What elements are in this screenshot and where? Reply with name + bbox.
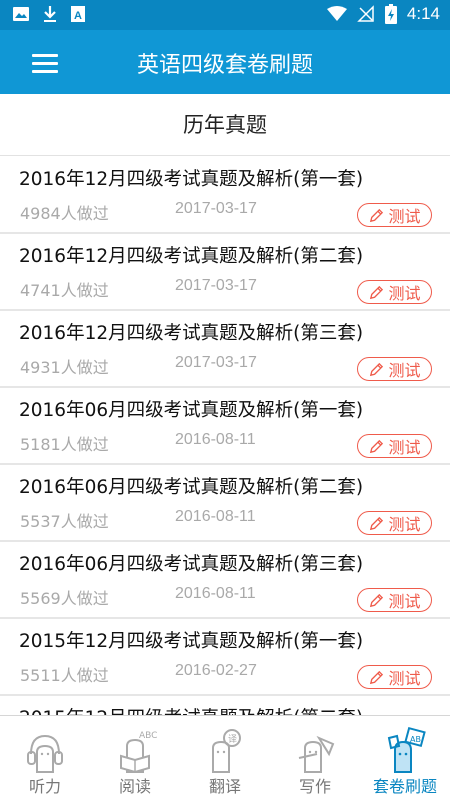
exam-item[interactable]: 2015年12月四级考试真题及解析(第一套) 5511人做过 2016-02-2… bbox=[0, 619, 450, 696]
svg-text:译: 译 bbox=[228, 734, 237, 745]
exam-item[interactable]: 2016年06月四级考试真题及解析(第二套) 5537人做过 2016-08-1… bbox=[0, 465, 450, 542]
exam-participant-count: 5181人做过 bbox=[20, 435, 109, 454]
tab-label: 套卷刷题 bbox=[372, 777, 437, 796]
test-button-label: 测试 bbox=[388, 592, 421, 611]
exam-date: 2016-08-11 bbox=[175, 431, 256, 448]
exam-list[interactable]: 2016年12月四级考试真题及解析(第一套) 4984人做过 2017-03-1… bbox=[0, 157, 450, 715]
test-button-label: 测试 bbox=[388, 515, 421, 534]
exam-date: 2017-03-17 bbox=[175, 200, 257, 217]
test-button-label: 测试 bbox=[388, 361, 421, 380]
status-bar: A 4:14 bbox=[0, 0, 450, 30]
exam-title: 2016年12月四级考试真题及解析(第一套) bbox=[19, 169, 364, 190]
test-button[interactable]: 测试 bbox=[357, 511, 432, 535]
exam-participant-count: 5537人做过 bbox=[20, 512, 109, 531]
exam-item[interactable]: 2015年12月四级考试真题及解析(第二套) bbox=[0, 696, 450, 715]
exam-item[interactable]: 2016年12月四级考试真题及解析(第二套) 4741人做过 2017-03-1… bbox=[0, 234, 450, 311]
exam-date: 2016-08-11 bbox=[175, 585, 256, 602]
headphones-icon bbox=[27, 734, 63, 773]
pencil-icon bbox=[298, 735, 335, 773]
exam-title: 2016年12月四级考试真题及解析(第三套) bbox=[19, 323, 364, 344]
edit-pencil-icon bbox=[370, 593, 384, 607]
edit-pencil-icon bbox=[370, 516, 384, 530]
tab-listening[interactable]: 听力 bbox=[0, 716, 90, 800]
tab-label: 写作 bbox=[298, 777, 331, 796]
tab-translation[interactable]: 译 翻译 bbox=[180, 716, 270, 800]
exam-participant-count: 5569人做过 bbox=[20, 589, 109, 608]
system-status: 4:14 bbox=[326, 4, 440, 24]
image-icon bbox=[13, 7, 29, 21]
section-title: 历年真题 bbox=[0, 94, 450, 156]
exam-title: 2016年06月四级考试真题及解析(第三套) bbox=[19, 554, 364, 575]
tab-label: 翻译 bbox=[208, 777, 241, 796]
exam-participant-count: 5511人做过 bbox=[20, 666, 109, 685]
bottom-nav: 听力 ABC 阅读 译 翻译 写作 AB 套卷刷题 bbox=[0, 715, 450, 800]
status-time: 4:14 bbox=[406, 4, 440, 23]
tab-reading[interactable]: ABC 阅读 bbox=[90, 716, 180, 800]
exam-title: 2015年12月四级考试真题及解析(第一套) bbox=[19, 631, 364, 652]
download-icon bbox=[44, 6, 56, 22]
exam-participant-count: 4984人做过 bbox=[20, 204, 109, 223]
svg-text:ABC: ABC bbox=[139, 731, 157, 741]
exam-title: 2015年12月四级考试真题及解析(第二套) bbox=[19, 704, 363, 715]
test-button[interactable]: 测试 bbox=[357, 203, 432, 227]
exam-item[interactable]: 2016年12月四级考试真题及解析(第一套) 4984人做过 2017-03-1… bbox=[0, 157, 450, 234]
tab-exam-papers[interactable]: AB 套卷刷题 bbox=[360, 716, 450, 800]
app-title: 英语四级套卷刷题 bbox=[136, 53, 313, 78]
test-button-label: 测试 bbox=[388, 438, 421, 457]
exam-item[interactable]: 2016年06月四级考试真题及解析(第一套) 5181人做过 2016-08-1… bbox=[0, 388, 450, 465]
notification-icons: A bbox=[12, 5, 86, 23]
tab-label: 阅读 bbox=[118, 777, 151, 796]
exam-date: 2017-03-17 bbox=[175, 277, 257, 294]
app-bar: 英语四级套卷刷题 bbox=[0, 30, 450, 94]
test-button[interactable]: 测试 bbox=[357, 280, 432, 304]
exam-title: 2016年06月四级考试真题及解析(第二套) bbox=[19, 477, 364, 498]
edit-pencil-icon bbox=[370, 362, 384, 376]
edit-pencil-icon bbox=[370, 285, 384, 299]
test-button[interactable]: 测试 bbox=[357, 588, 432, 612]
test-button[interactable]: 测试 bbox=[357, 434, 432, 458]
book-icon: ABC bbox=[120, 731, 157, 774]
svg-text:A: A bbox=[74, 10, 82, 22]
exam-item[interactable]: 2016年12月四级考试真题及解析(第三套) 4931人做过 2017-03-1… bbox=[0, 311, 450, 388]
tab-label: 听力 bbox=[28, 777, 61, 796]
exam-title: 2016年12月四级考试真题及解析(第二套) bbox=[19, 246, 364, 267]
wifi-icon bbox=[326, 6, 347, 21]
edit-pencil-icon bbox=[370, 208, 384, 222]
text-document-icon: A bbox=[71, 6, 85, 22]
svg-text:AB: AB bbox=[410, 735, 421, 744]
battery-icon bbox=[384, 4, 397, 24]
edit-pencil-icon bbox=[370, 670, 384, 684]
edit-pencil-icon bbox=[370, 439, 384, 453]
tab-writing[interactable]: 写作 bbox=[270, 716, 360, 800]
exam-date: 2016-08-11 bbox=[175, 508, 256, 525]
exam-participant-count: 4931人做过 bbox=[20, 358, 109, 377]
signal-icon bbox=[357, 5, 374, 22]
test-button-label: 测试 bbox=[388, 669, 421, 688]
test-button[interactable]: 测试 bbox=[357, 665, 432, 689]
translate-icon: 译 bbox=[212, 729, 241, 773]
exam-title: 2016年06月四级考试真题及解析(第一套) bbox=[19, 400, 364, 421]
exam-item[interactable]: 2016年06月四级考试真题及解析(第三套) 5569人做过 2016-08-1… bbox=[0, 542, 450, 619]
exam-date: 2017-03-17 bbox=[175, 354, 257, 371]
exam-participant-count: 4741人做过 bbox=[20, 281, 109, 300]
test-button-label: 测试 bbox=[388, 284, 421, 303]
test-button[interactable]: 测试 bbox=[357, 357, 432, 381]
exam-date: 2016-02-27 bbox=[175, 662, 257, 679]
exam-paper-icon: AB bbox=[387, 726, 426, 773]
test-button-label: 测试 bbox=[388, 207, 421, 226]
